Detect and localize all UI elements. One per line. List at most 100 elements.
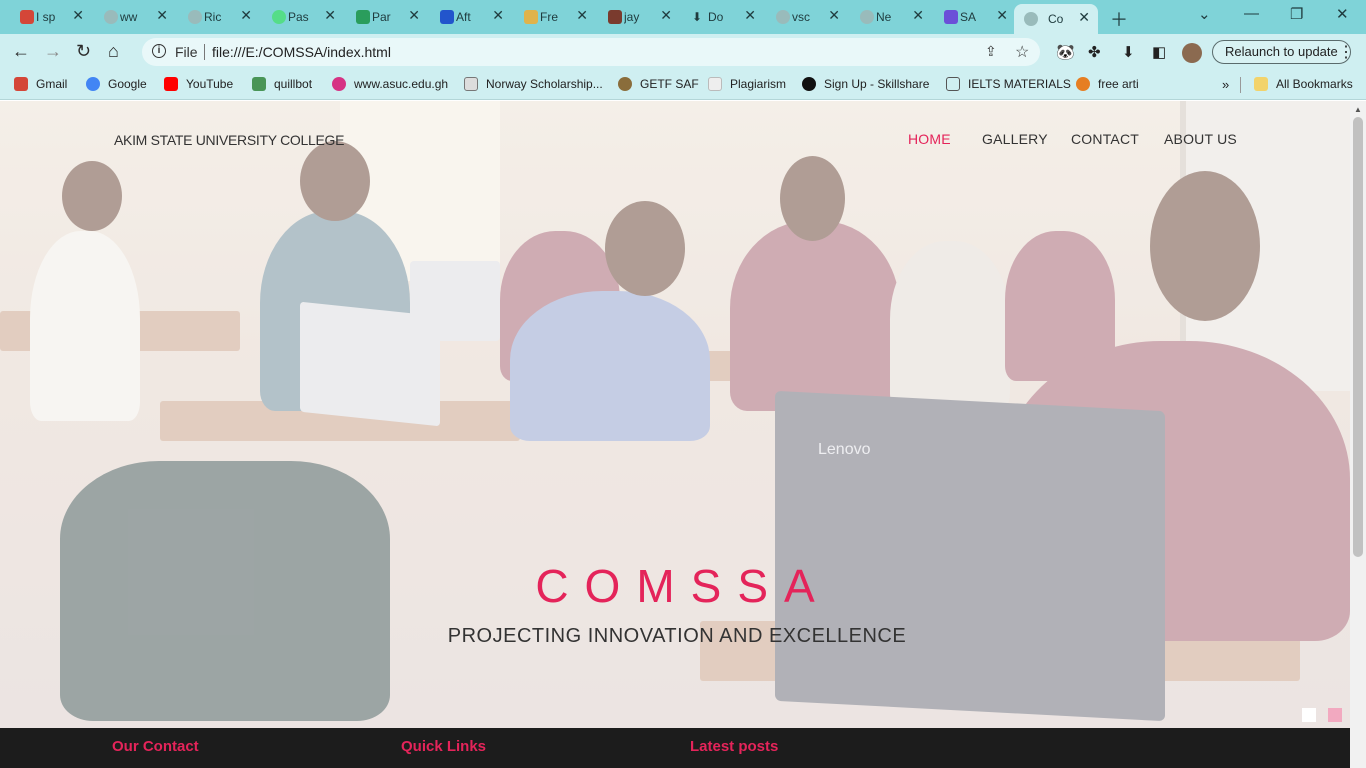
browser-tab[interactable]: SA ✕ <box>938 4 1016 30</box>
tab-title: Ric <box>204 10 222 24</box>
nav-home[interactable]: HOME <box>908 131 951 147</box>
close-icon[interactable]: ✕ <box>156 7 168 24</box>
reload-button[interactable]: ↻ <box>76 41 91 62</box>
omnibox-divider <box>204 44 205 60</box>
browser-tab[interactable]: vsc ✕ <box>770 4 848 30</box>
page-scrollbar[interactable]: ▲ <box>1350 101 1366 768</box>
close-icon[interactable]: ✕ <box>240 7 252 24</box>
site-brand[interactable]: AKIM STATE UNIVERSITY COLLEGE <box>114 132 344 148</box>
close-icon[interactable]: ✕ <box>408 7 420 24</box>
slider-dot-active[interactable] <box>1328 708 1342 722</box>
bookmark-youtube[interactable]: YouTube <box>164 77 233 91</box>
robot-icon <box>356 10 370 24</box>
page-icon <box>464 77 478 91</box>
book-icon <box>946 77 960 91</box>
close-window-button[interactable]: ✕ <box>1336 5 1349 23</box>
download-icon[interactable]: ⬇ <box>1122 43 1135 61</box>
more-bookmarks-icon[interactable]: » <box>1222 77 1229 92</box>
address-bar[interactable]: i File file:///E:/COMSSA/index.html ⇪ ☆ <box>142 38 1040 66</box>
bookmark-icon <box>440 10 454 24</box>
sst-icon <box>708 77 722 91</box>
bookmark-plagiarism[interactable]: Plagiarism <box>708 77 786 91</box>
bookmark-quillbot[interactable]: quillbot <box>252 77 312 91</box>
nav-about-us[interactable]: ABOUT US <box>1164 131 1237 147</box>
tab-search-icon[interactable]: ⌄ <box>1198 5 1211 23</box>
browser-tab[interactable]: ⬇ Do ✕ <box>686 4 764 30</box>
side-panel-icon[interactable]: ◧ <box>1152 43 1166 61</box>
folder-icon <box>1254 77 1268 91</box>
browser-tab[interactable]: jay ✕ <box>602 4 680 30</box>
browser-tab[interactable]: Ne ✕ <box>854 4 932 30</box>
bookmark-label: www.asuc.edu.gh <box>354 77 449 91</box>
footer-heading-latest-posts: Latest posts <box>690 738 779 755</box>
quillbot-icon <box>252 77 266 91</box>
close-icon[interactable]: ✕ <box>744 7 756 24</box>
extensions-icon[interactable]: ✤ <box>1088 43 1101 61</box>
scrollbar-thumb[interactable] <box>1353 117 1363 557</box>
hero-subtitle: PROJECTING INNOVATION AND EXCELLENCE <box>447 625 907 647</box>
bookmark-asuc[interactable]: www.asuc.edu.gh <box>332 77 448 91</box>
tab-title: Aft <box>456 10 471 24</box>
bookmark-label: quillbot <box>274 77 313 91</box>
bookmark-label: Google <box>108 77 147 91</box>
minimize-button[interactable]: — <box>1244 5 1259 22</box>
bookmark-free-arti[interactable]: free arti <box>1076 77 1139 91</box>
tab-title: Ne <box>876 10 892 24</box>
avatar[interactable] <box>1182 43 1202 63</box>
bookmark-ielts[interactable]: IELTS MATERIALS <box>946 77 1071 91</box>
browser-tab[interactable]: Pas ✕ <box>266 4 344 30</box>
tab-title: SA <box>960 10 977 24</box>
close-icon[interactable]: ✕ <box>492 7 504 24</box>
panda-extension-icon[interactable]: 🐼 <box>1056 43 1075 61</box>
close-icon[interactable]: ✕ <box>912 7 924 24</box>
browser-tab[interactable]: ww ✕ <box>98 4 176 30</box>
close-icon[interactable]: ✕ <box>72 7 84 24</box>
bookmark-google[interactable]: Google <box>86 77 147 91</box>
globe-icon <box>188 10 202 24</box>
browser-tab[interactable]: I sp ✕ <box>14 4 92 30</box>
bookmarks-bar: Gmail Google YouTube quillbot www.asuc.e… <box>0 70 1366 100</box>
browser-tab[interactable]: Ric ✕ <box>182 4 260 30</box>
bookmark-gmail[interactable]: Gmail <box>14 77 67 91</box>
all-bookmarks-button[interactable]: All Bookmarks <box>1254 77 1353 91</box>
browser-tab[interactable]: Fre ✕ <box>518 4 596 30</box>
footer-heading-contact: Our Contact <box>112 738 199 755</box>
new-tab-button[interactable]: ＋ <box>1110 6 1128 32</box>
google-icon <box>86 77 100 91</box>
nav-contact[interactable]: CONTACT <box>1071 131 1139 147</box>
globe-icon <box>104 10 118 24</box>
close-icon[interactable]: ✕ <box>576 7 588 24</box>
slider-dot[interactable] <box>1302 708 1316 722</box>
download-icon: ⬇ <box>692 10 703 24</box>
browser-tab-active[interactable]: Co ✕ <box>1014 4 1098 34</box>
close-icon[interactable]: ✕ <box>324 7 336 24</box>
nav-gallery[interactable]: GALLERY <box>982 131 1048 147</box>
tab-title: Pas <box>288 10 309 24</box>
share-icon[interactable]: ⇪ <box>985 43 997 60</box>
bookmark-norway-scholarship[interactable]: Norway Scholarship... <box>464 77 603 91</box>
back-button[interactable]: ← <box>12 41 30 62</box>
youtube-icon <box>164 77 178 91</box>
relaunch-button[interactable]: Relaunch to update <box>1212 40 1351 64</box>
getf-icon <box>618 77 632 91</box>
close-icon[interactable]: ✕ <box>828 7 840 24</box>
bookmarks-divider <box>1240 77 1241 93</box>
bookmark-getf-saf[interactable]: GETF SAF <box>618 77 699 91</box>
bookmark-label: GETF SAF <box>640 77 699 91</box>
close-icon[interactable]: ✕ <box>1078 9 1090 26</box>
restore-button[interactable]: ❐ <box>1290 5 1303 23</box>
close-icon[interactable]: ✕ <box>996 7 1008 24</box>
forward-button[interactable]: → <box>44 41 62 62</box>
info-icon[interactable]: i <box>152 44 166 58</box>
tab-title: ww <box>120 10 138 24</box>
scroll-up-icon[interactable]: ▲ <box>1354 105 1362 114</box>
close-icon[interactable]: ✕ <box>660 7 672 24</box>
bookmark-skillshare[interactable]: Sign Up - Skillshare <box>802 77 929 91</box>
star-icon[interactable]: ☆ <box>1015 42 1029 62</box>
home-button[interactable]: ⌂ <box>108 41 119 62</box>
url-text[interactable]: file:///E:/COMSSA/index.html <box>212 44 391 60</box>
menu-icon[interactable]: ⋮ <box>1338 42 1354 62</box>
browser-tab[interactable]: Aft ✕ <box>434 4 512 30</box>
tab-title: Fre <box>540 10 558 24</box>
browser-tab[interactable]: Par ✕ <box>350 4 428 30</box>
